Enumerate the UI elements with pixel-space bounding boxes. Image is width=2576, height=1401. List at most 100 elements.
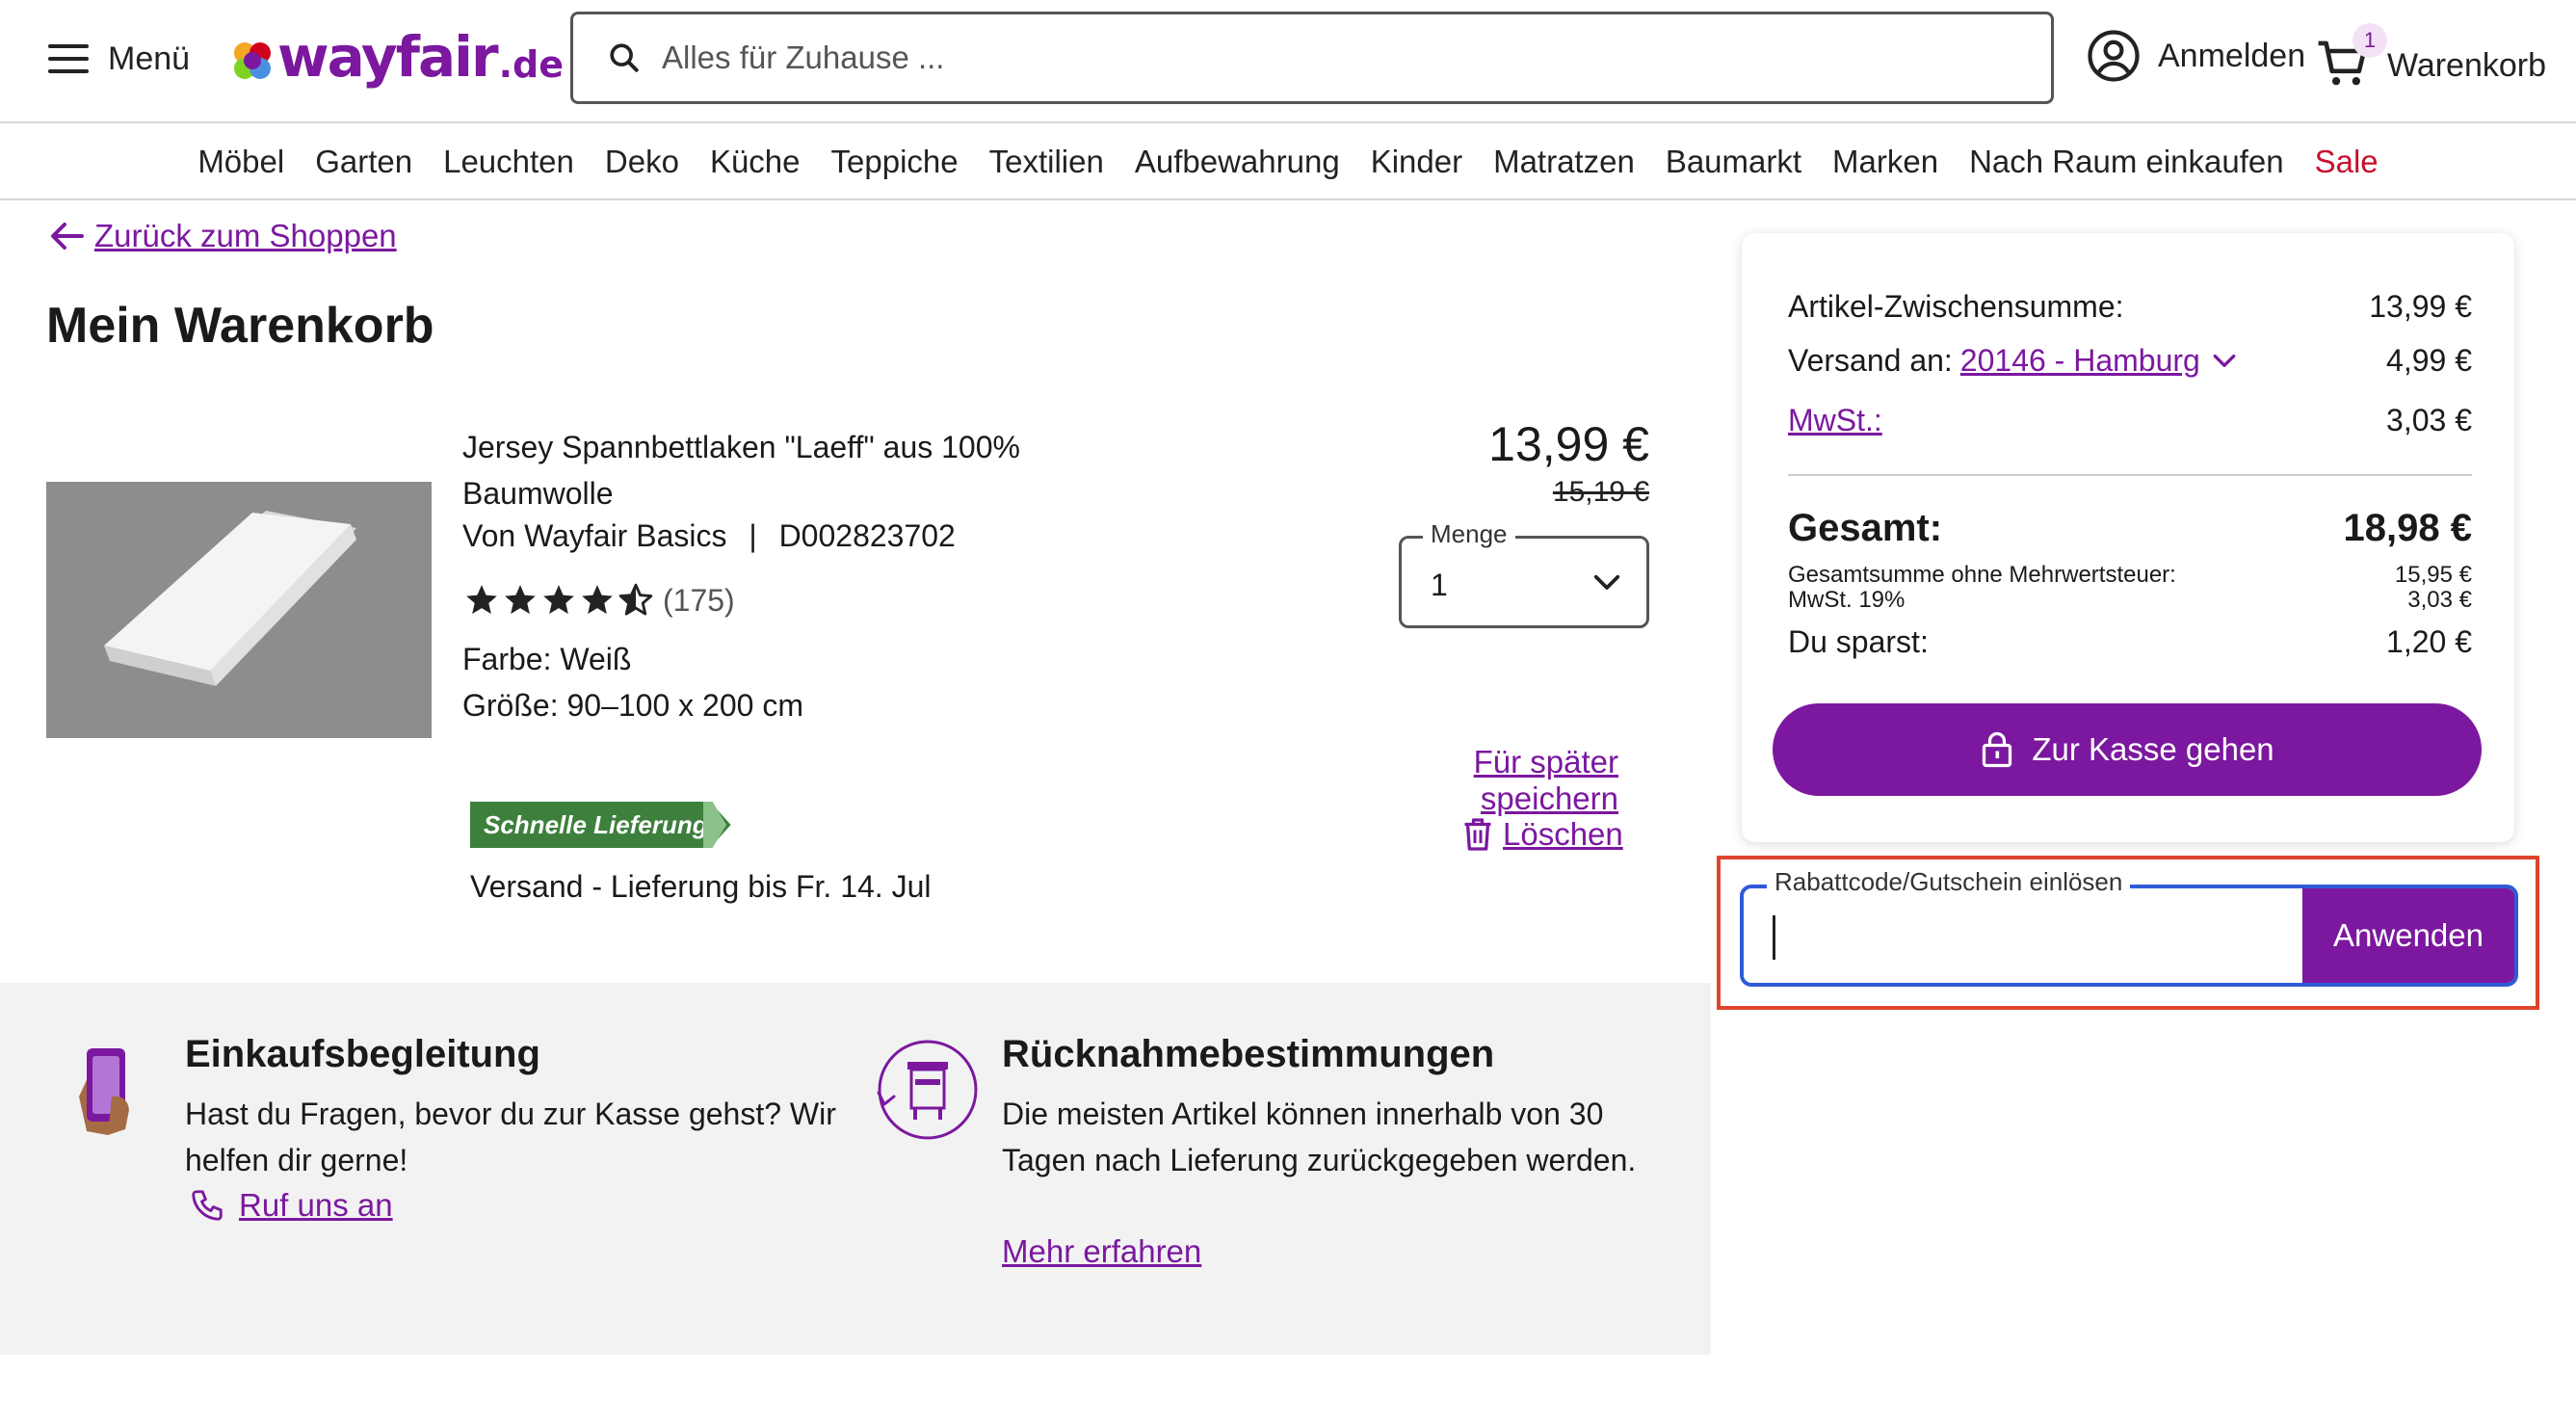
search-icon xyxy=(610,43,639,72)
cart-label: Warenkorb xyxy=(2387,46,2547,84)
nav-item-deko[interactable]: Deko xyxy=(605,144,679,180)
chevron-down-icon[interactable] xyxy=(2212,352,2237,371)
account-icon xyxy=(2088,30,2140,82)
total-value: 18,98 € xyxy=(2343,507,2472,549)
nav-item-kinder[interactable]: Kinder xyxy=(1371,144,1462,180)
product-vendor: Von Wayfair Basics xyxy=(462,518,727,553)
save-for-later-link[interactable]: Für später speichern xyxy=(1333,744,1618,817)
star-half-icon xyxy=(618,583,653,616)
wayfair-logo[interactable]: wayfair .de xyxy=(231,23,564,91)
tax-label-link[interactable]: MwSt.: xyxy=(1788,403,1882,438)
fitted-sheet-illustration xyxy=(46,482,432,738)
product-color: Farbe: Weiß xyxy=(462,642,632,676)
logo-pinwheel-icon xyxy=(234,42,271,79)
net-value: 15,95 € xyxy=(2394,562,2472,588)
product-size: Größe: 90–100 x 200 cm xyxy=(462,688,803,723)
logo-suffix: .de xyxy=(498,43,565,86)
quantity-select[interactable]: Menge 1 xyxy=(1399,519,1649,628)
shipping-row: Versand an: 20146 - Hamburg 4,99 € xyxy=(1788,343,2472,379)
subtotal-value: 13,99 € xyxy=(2369,289,2472,324)
apply-coupon-button[interactable]: Anwenden xyxy=(2302,888,2514,983)
text-cursor xyxy=(1773,915,1775,960)
phone-icon xyxy=(192,1190,223,1221)
search-bar[interactable] xyxy=(570,12,2054,104)
shipping-location-link[interactable]: 20146 - Hamburg xyxy=(1960,343,2200,379)
info-section: Einkaufsbegleitung Hast du Fragen, bevor… xyxy=(0,983,1711,1355)
nav-item-nach-raum[interactable]: Nach Raum einkaufen xyxy=(1969,144,2284,180)
order-summary-card: Artikel-Zwischensumme: 13,99 € Versand a… xyxy=(1742,233,2514,842)
checkout-label: Zur Kasse gehen xyxy=(2032,731,2274,767)
return-title: Rücknahmebestimmungen xyxy=(1002,1033,1495,1075)
vat-label: MwSt. 19% xyxy=(1788,587,1906,613)
product-title[interactable]: Jersey Spannbettlaken "Laeff" aus 100% B… xyxy=(462,424,1040,516)
back-to-shopping-link[interactable]: Zurück zum Shoppen xyxy=(50,218,397,254)
nav-item-aufbewahrung[interactable]: Aufbewahrung xyxy=(1135,144,1340,180)
nav-item-textilien[interactable]: Textilien xyxy=(989,144,1104,180)
savings-row: Du sparst: 1,20 € xyxy=(1788,624,2472,660)
call-us-link[interactable]: Ruf uns an xyxy=(189,1187,393,1224)
star-full-icon xyxy=(543,585,574,615)
badge-arrow-decoration xyxy=(703,802,726,848)
call-us-label: Ruf uns an xyxy=(239,1187,393,1223)
summary-divider xyxy=(1788,474,2472,476)
shipping-value: 4,99 € xyxy=(2386,343,2472,378)
star-full-icon xyxy=(582,585,613,615)
menu-button[interactable]: Menü xyxy=(48,37,190,81)
product-price: 13,99 € xyxy=(1488,417,1649,471)
back-link-label: Zurück zum Shoppen xyxy=(94,218,397,253)
nav-item-marken[interactable]: Marken xyxy=(1832,144,1938,180)
nav-item-sale[interactable]: Sale xyxy=(2315,144,2379,180)
review-count: (175) xyxy=(663,582,735,618)
trash-icon xyxy=(1464,818,1491,851)
tax-row: MwSt.: 3,03 € xyxy=(1788,403,2472,438)
product-vendor-line: Von Wayfair Basics | D002823702 xyxy=(462,518,956,554)
nav-item-moebel[interactable]: Möbel xyxy=(197,144,284,180)
star-full-icon xyxy=(505,585,536,615)
product-old-price: 15,19 € xyxy=(1552,476,1649,508)
arrow-left-icon xyxy=(51,223,84,250)
menu-label: Menü xyxy=(108,40,191,77)
coupon-field-group: Rabattcode/Gutschein einlösen Anwenden xyxy=(1740,867,2518,987)
coupon-label: Rabattcode/Gutschein einlösen xyxy=(1767,867,2131,897)
nav-item-teppiche[interactable]: Teppiche xyxy=(831,144,959,180)
coupon-input[interactable] xyxy=(1765,912,2295,962)
total-label: Gesamt: xyxy=(1788,507,1943,549)
product-rating[interactable]: (175) xyxy=(462,582,735,619)
total-row: Gesamt: 18,98 € xyxy=(1788,507,2472,550)
nav-item-leuchten[interactable]: Leuchten xyxy=(443,144,574,180)
lock-icon xyxy=(1983,731,2012,768)
subtotal-row: Artikel-Zwischensumme: 13,99 € xyxy=(1788,289,2472,325)
checkout-button[interactable]: Zur Kasse gehen xyxy=(1773,703,2482,796)
delete-item-button[interactable]: Löschen xyxy=(1460,815,1623,854)
login-button[interactable]: Anmelden xyxy=(2087,29,2305,83)
savings-label: Du sparst: xyxy=(1788,624,1929,659)
vat-value: 3,03 € xyxy=(2407,587,2472,613)
shipping-estimate: Versand - Lieferung bis Fr. 14. Jul xyxy=(470,869,932,904)
quantity-value: 1 xyxy=(1431,568,1448,602)
nav-item-garten[interactable]: Garten xyxy=(315,144,412,180)
nav-item-matratzen[interactable]: Matratzen xyxy=(1493,144,1635,180)
search-input[interactable] xyxy=(662,40,1914,76)
return-policy-icon xyxy=(877,1040,978,1140)
nav-item-kueche[interactable]: Küche xyxy=(710,144,801,180)
nav-item-baumarkt[interactable]: Baumarkt xyxy=(1666,144,1801,180)
login-label: Anmelden xyxy=(2158,37,2306,74)
cart-count-badge: 1 xyxy=(2353,23,2387,58)
category-nav: Möbel Garten Leuchten Deko Küche Teppich… xyxy=(0,125,2576,200)
star-full-icon xyxy=(466,585,497,615)
help-title: Einkaufsbegleitung xyxy=(185,1033,540,1075)
hamburger-icon xyxy=(48,44,89,73)
cart-button[interactable]: 1 Warenkorb xyxy=(2316,23,2546,94)
help-text: Hast du Fragen, bevor du zur Kasse gehst… xyxy=(185,1097,836,1177)
product-image[interactable] xyxy=(46,482,432,738)
product-sku: D002823702 xyxy=(778,518,956,553)
delete-label: Löschen xyxy=(1503,816,1623,852)
tax-value: 3,03 € xyxy=(2386,403,2472,437)
savings-value: 1,20 € xyxy=(2386,624,2472,659)
net-row: Gesamtsumme ohne Mehrwertsteuer: 15,95 € xyxy=(1788,563,2472,588)
return-text: Die meisten Artikel können innerhalb von… xyxy=(1002,1097,1637,1177)
learn-more-link[interactable]: Mehr erfahren xyxy=(1002,1233,1201,1270)
vendor-separator: | xyxy=(749,518,757,553)
page-title: Mein Warenkorb xyxy=(46,298,434,354)
vat-row: MwSt. 19% 3,03 € xyxy=(1788,588,2472,613)
